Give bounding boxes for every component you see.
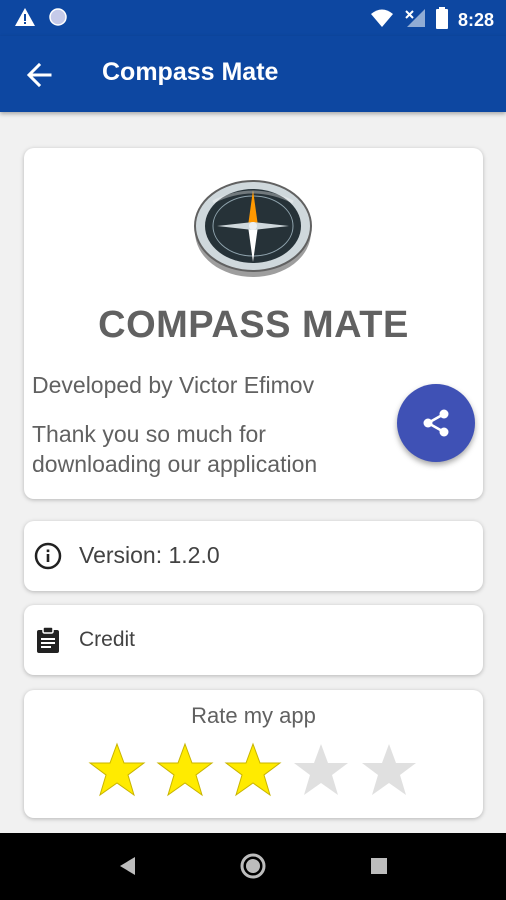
status-time: 8:28 (457, 10, 494, 30)
warning-icon (14, 7, 36, 32)
nav-back-button[interactable] (110, 849, 144, 883)
star-1-icon[interactable] (87, 742, 147, 798)
clipboard-icon (37, 626, 59, 653)
app-name-heading: COMPASS MATE (98, 304, 409, 346)
recents-nav-icon (371, 858, 387, 874)
app-bar: Compass Mate (0, 36, 506, 112)
page-title: Compass Mate (102, 58, 279, 86)
credit-card[interactable]: Credit (24, 605, 483, 675)
signal-icon (404, 8, 426, 33)
battery-icon (435, 7, 448, 34)
status-bar: 8:28 (0, 0, 506, 36)
developer-text: Developed by Victor Efimov (32, 372, 315, 398)
back-nav-icon (120, 857, 135, 875)
home-nav-icon (240, 853, 266, 879)
info-icon (34, 542, 62, 570)
compass-icon (193, 172, 313, 280)
share-button[interactable] (397, 384, 475, 462)
version-text: Version: 1.2.0 (79, 542, 220, 568)
share-icon (423, 409, 449, 437)
star-rating (87, 742, 419, 798)
credit-text: Credit (79, 628, 136, 651)
rate-card: Rate my app (24, 690, 483, 818)
version-card[interactable]: Version: 1.2.0 (24, 521, 483, 591)
wifi-icon (370, 8, 394, 33)
star-5-icon[interactable] (359, 742, 419, 798)
back-button[interactable] (22, 58, 56, 92)
arrow-back-icon (26, 62, 52, 88)
thanks-text: Thank you so much for downloading our ap… (32, 421, 318, 477)
nav-home-button[interactable] (236, 849, 270, 883)
nav-recents-button[interactable] (362, 849, 396, 883)
circle-notification-icon (48, 7, 68, 32)
system-nav-bar (0, 833, 506, 900)
star-3-icon[interactable] (223, 742, 283, 798)
star-4-icon[interactable] (291, 742, 351, 798)
star-2-icon[interactable] (155, 742, 215, 798)
rate-title: Rate my app (191, 703, 316, 728)
